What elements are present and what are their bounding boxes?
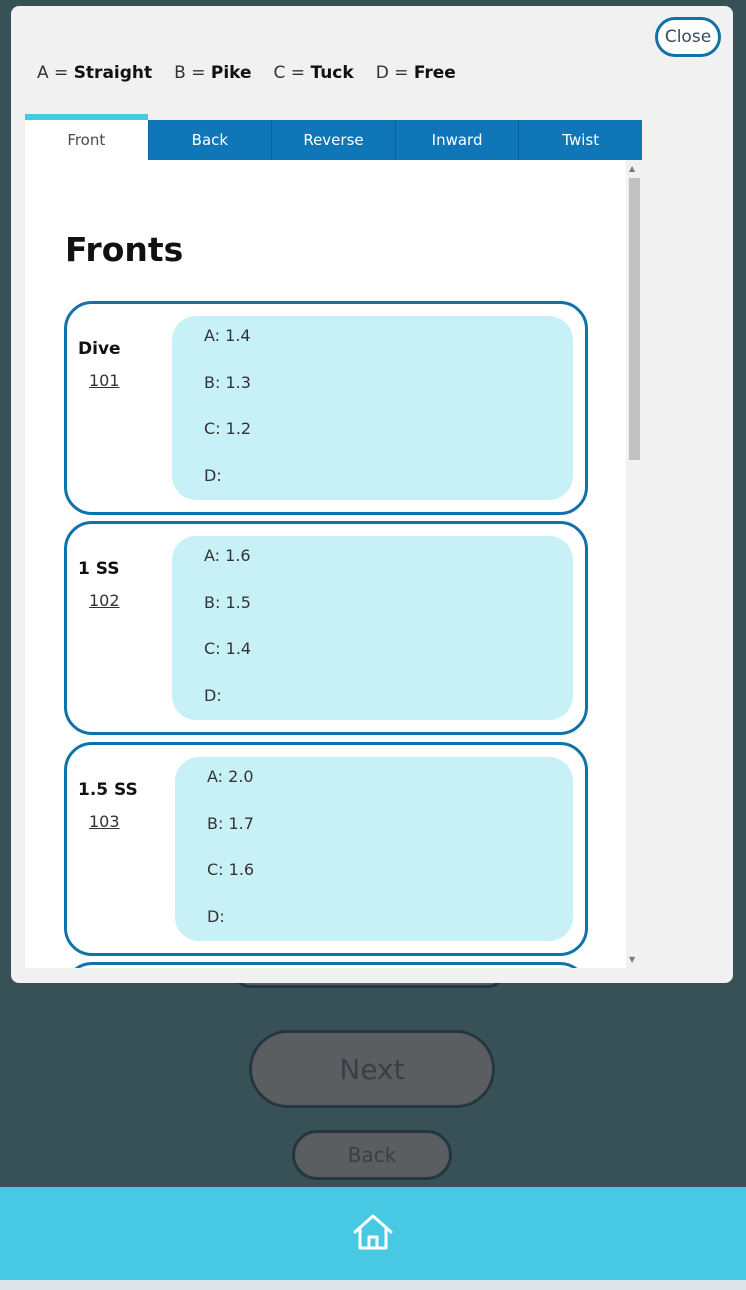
scroll-thumb[interactable] — [629, 178, 640, 460]
scroll-down-icon[interactable]: ▼ — [629, 955, 635, 964]
tab-front[interactable]: Front — [25, 114, 148, 160]
dd-row: C: 1.2 — [204, 419, 252, 438]
dive-number-link[interactable]: 101 — [89, 368, 158, 394]
scroll-up-icon[interactable]: ▲ — [629, 164, 635, 173]
dd-row: B: 1.7 — [207, 813, 254, 833]
dive-card: 1.5 SS 103 A: 2.0 B: 1.7 C: 1.6 D: — [64, 742, 588, 956]
legend-item: A = Straight — [37, 63, 153, 83]
dive-card-partial — [64, 962, 588, 968]
dd-row: A: 2.0 — [207, 767, 254, 786]
dive-name: Dive 101 — [78, 336, 158, 394]
dd-row: D: — [204, 465, 222, 485]
dive-name: 1 SS 102 — [78, 556, 158, 614]
tab-reverse[interactable]: Reverse — [271, 120, 395, 160]
position-legend: A = Straight B = Pike C = Tuck D = Free — [37, 63, 456, 83]
dd-row: B: 1.3 — [204, 372, 251, 392]
dive-name: 1.5 SS 103 — [78, 777, 158, 835]
os-taskbar — [0, 1280, 746, 1290]
tab-inward[interactable]: Inward — [394, 120, 519, 160]
degree-of-difficulty-box: A: 2.0 B: 1.7 C: 1.6 D: — [175, 757, 573, 941]
legend-item: B = Pike — [174, 63, 252, 83]
dive-chart-modal: Close A = Straight B = Pike C = Tuck D =… — [11, 6, 733, 983]
legend-item: C = Tuck — [273, 63, 354, 83]
dd-row: A: 1.6 — [204, 546, 251, 565]
back-button[interactable]: Back — [292, 1130, 452, 1180]
dd-row: B: 1.5 — [204, 592, 251, 612]
degree-of-difficulty-box: A: 1.4 B: 1.3 C: 1.2 D: — [172, 316, 573, 500]
dive-number-link[interactable]: 103 — [89, 809, 158, 835]
next-button[interactable]: Next — [249, 1030, 495, 1108]
dd-row: D: — [207, 906, 225, 926]
dive-number-link[interactable]: 102 — [89, 588, 158, 614]
dd-row: C: 1.6 — [207, 860, 255, 879]
section-title: Fronts — [65, 230, 184, 269]
dd-row: D: — [204, 685, 222, 705]
dd-row: C: 1.4 — [204, 639, 252, 658]
dive-list-panel[interactable]: Fronts Dive 101 A: 1.4 B: 1.3 C: 1.2 D: … — [25, 160, 626, 968]
close-button[interactable]: Close — [655, 17, 721, 57]
legend-item: D = Free — [375, 63, 456, 83]
scrollbar[interactable]: ▲ ▼ — [626, 160, 642, 968]
home-icon[interactable] — [351, 1212, 395, 1256]
tab-back[interactable]: Back — [147, 120, 272, 160]
dive-card: Dive 101 A: 1.4 B: 1.3 C: 1.2 D: — [64, 301, 588, 515]
degree-of-difficulty-box: A: 1.6 B: 1.5 C: 1.4 D: — [172, 536, 573, 720]
dd-row: A: 1.4 — [204, 326, 251, 345]
dive-card: 1 SS 102 A: 1.6 B: 1.5 C: 1.4 D: — [64, 521, 588, 735]
tab-twist[interactable]: Twist — [518, 120, 642, 160]
footer-bar — [0, 1187, 746, 1280]
dive-group-tabs: Front Back Reverse Inward Twist — [25, 114, 642, 160]
